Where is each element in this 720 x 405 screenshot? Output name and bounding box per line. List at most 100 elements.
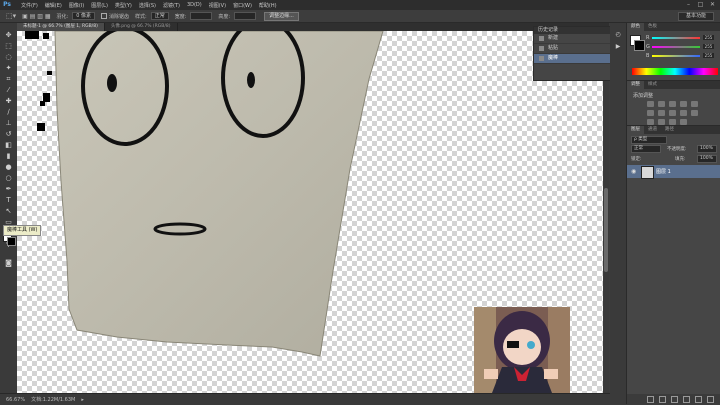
history-row[interactable]: 新建 (534, 34, 610, 44)
toolbar: ✥ ⬚ ◌ ✦ ⌗ ⁄ ✚ ∕ ⊥ ↺ ◧ ▮ ● ○ ✒ T ↖ ▭ ✋ ⚲ … (0, 23, 18, 393)
gradient-tool-icon[interactable]: ▮ (4, 152, 13, 161)
tab-paths[interactable]: 路径 (661, 126, 678, 134)
slider-g-value[interactable]: 255 (703, 44, 714, 49)
blend-mode-select[interactable]: 正常 (631, 145, 661, 153)
background-swatch[interactable] (7, 237, 16, 246)
tab-adjustments[interactable]: 调整 (627, 81, 644, 89)
history-title[interactable]: 历史记录 (534, 27, 610, 34)
clone-stamp-icon[interactable]: ⊥ (4, 119, 13, 128)
slider-b-value[interactable]: 255 (703, 53, 714, 58)
tab-swatches[interactable]: 色板 (644, 23, 661, 31)
doc-tab-active[interactable]: 未标题-1 @ 66.7% (图层 1, RGB/8) (17, 23, 105, 31)
menu-view[interactable]: 视图(V) (209, 2, 226, 9)
link-layers-icon[interactable] (647, 395, 654, 403)
feather-label: 羽化: (56, 13, 69, 20)
style-select[interactable]: 正常 (150, 12, 169, 20)
tab-styles[interactable]: 样式 (644, 81, 661, 89)
feather-input[interactable]: 0 像素 (72, 12, 96, 20)
color-spectrum[interactable] (632, 68, 718, 75)
slider-r-label: R (646, 35, 650, 41)
adjust-title: 添加调整 (633, 93, 654, 99)
layer-name[interactable]: 图层 1 (656, 168, 671, 175)
workspace-select[interactable]: 基本功能 (678, 12, 714, 21)
menu-filter[interactable]: 滤镜(T) (163, 2, 180, 9)
levels-icon[interactable] (658, 101, 665, 107)
blur-tool-icon[interactable]: ● (4, 163, 13, 172)
maximize-button[interactable]: □ (697, 1, 704, 8)
tab-layers[interactable]: 图层 (627, 126, 644, 134)
curves-icon[interactable] (669, 101, 676, 107)
menu-window[interactable]: 窗口(W) (233, 2, 252, 9)
quick-mask-icon[interactable]: ◙ (4, 259, 13, 268)
menu-file[interactable]: 文件(F) (21, 2, 38, 9)
status-arrow-icon[interactable]: ▸ (81, 397, 84, 403)
black-white-icon[interactable] (669, 110, 676, 116)
move-tool-icon[interactable]: ✥ (4, 31, 13, 40)
close-button[interactable]: ✕ (709, 1, 716, 8)
new-group-icon[interactable] (683, 395, 690, 403)
background-color[interactable] (634, 40, 645, 51)
height-input[interactable] (234, 12, 257, 20)
channel-mixer-icon[interactable] (691, 110, 698, 116)
menu-type[interactable]: 类型(Y) (115, 2, 132, 9)
menu-3d[interactable]: 3D(D) (187, 2, 202, 8)
lasso-tool-icon[interactable]: ◌ (4, 53, 13, 62)
refine-edge-button[interactable]: 调整边缘... (264, 11, 299, 21)
exposure-icon[interactable] (680, 101, 687, 107)
doc-size: 文档:1.22M/1.63M (31, 397, 76, 403)
hue-saturation-icon[interactable] (647, 110, 654, 116)
tab-color[interactable]: 颜色 (627, 23, 644, 31)
menu-layer[interactable]: 图层(L) (91, 2, 108, 9)
fill-input[interactable]: 100% (697, 155, 717, 163)
document-tabs: 未标题-1 @ 66.7% (图层 1, RGB/8) 头像.png @ 66.… (17, 23, 609, 31)
layer-kind-filter[interactable]: ρ 类型 (631, 136, 667, 144)
slider-g[interactable]: G 255 (646, 44, 716, 50)
menu-image[interactable]: 图像(I) (69, 2, 84, 9)
antialias-checkbox[interactable]: 消除锯齿 (101, 13, 129, 20)
menu-help[interactable]: 帮助(H) (259, 2, 277, 9)
new-layer-icon[interactable] (695, 395, 702, 403)
menu-select[interactable]: 选择(S) (139, 2, 156, 9)
magic-wand-icon[interactable]: ✦ (4, 64, 13, 73)
healing-brush-icon[interactable]: ✚ (4, 97, 13, 106)
slider-r[interactable]: R 255 (646, 35, 716, 41)
layer-style-icon[interactable] (659, 395, 666, 403)
tool-preset-icon[interactable]: ⬚▾ (6, 12, 16, 20)
menu-edit[interactable]: 编辑(E) (45, 2, 62, 9)
history-row-active[interactable]: 魔棒 (534, 54, 610, 64)
marquee-tool-icon[interactable]: ⬚ (4, 42, 13, 51)
eyedropper-icon[interactable]: ⁄ (4, 86, 13, 95)
photo-filter-icon[interactable] (680, 110, 687, 116)
slider-r-value[interactable]: 255 (703, 35, 714, 40)
slider-r-track[interactable] (652, 37, 700, 39)
type-tool-icon[interactable]: T (4, 196, 13, 205)
eraser-tool-icon[interactable]: ◧ (4, 141, 13, 150)
slider-b-track[interactable] (652, 55, 700, 57)
opacity-input[interactable]: 100% (697, 145, 717, 153)
add-mask-icon[interactable] (671, 395, 678, 403)
brush-tool-icon[interactable]: ∕ (4, 108, 13, 117)
doc-tab[interactable]: 头像.png @ 66.7% (RGB/8) (105, 23, 178, 31)
path-select-icon[interactable]: ↖ (4, 207, 13, 216)
crop-tool-icon[interactable]: ⌗ (4, 75, 13, 84)
visibility-eye-icon[interactable]: ◉ (631, 168, 639, 175)
history-brush-icon[interactable]: ↺ (4, 130, 13, 139)
slider-g-track[interactable] (652, 46, 700, 48)
vibrance-icon[interactable] (691, 101, 698, 107)
tab-channels[interactable]: 通道 (644, 126, 661, 134)
history-row[interactable]: 粘贴 (534, 44, 610, 54)
pen-tool-icon[interactable]: ✒ (4, 185, 13, 194)
minimize-button[interactable]: – (685, 1, 692, 8)
history-panel-icon[interactable]: ◴ (614, 31, 622, 39)
scrollbar-thumb[interactable] (604, 188, 608, 272)
selection-mode-icons[interactable]: ▣ ▤ ▥ ▦ (22, 13, 50, 20)
width-input[interactable] (190, 12, 213, 20)
brightness-icon[interactable] (647, 101, 654, 107)
slider-b[interactable]: B 255 (646, 53, 716, 59)
dodge-tool-icon[interactable]: ○ (4, 174, 13, 183)
canvas[interactable] (17, 31, 609, 393)
color-balance-icon[interactable] (658, 110, 665, 116)
actions-panel-icon[interactable]: ▶ (614, 43, 622, 51)
zoom-level[interactable]: 66.67% (6, 397, 25, 403)
delete-layer-icon[interactable] (707, 395, 714, 403)
